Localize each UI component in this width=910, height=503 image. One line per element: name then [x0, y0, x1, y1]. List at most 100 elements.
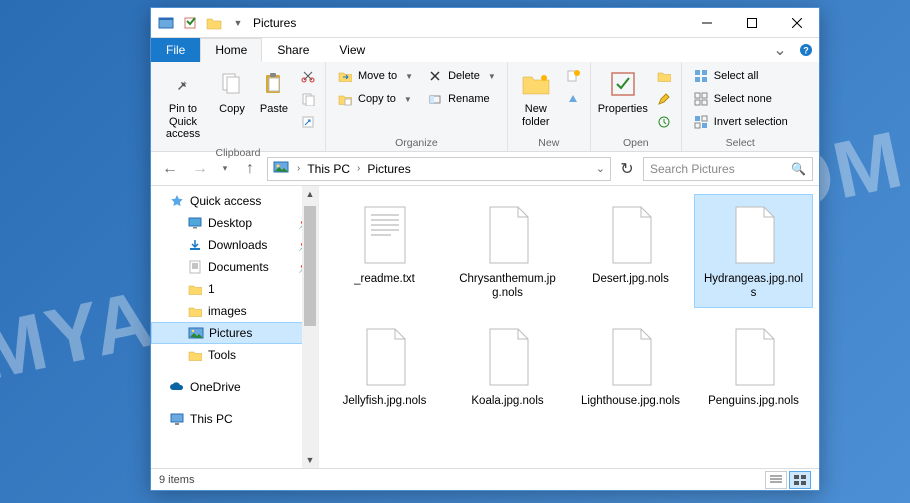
scrollbar-thumb[interactable] — [304, 206, 316, 326]
close-button[interactable] — [774, 8, 819, 38]
history-button[interactable] — [653, 111, 675, 133]
back-button[interactable]: ← — [157, 156, 183, 182]
pin-icon — [167, 68, 199, 100]
easy-access-button[interactable] — [562, 88, 584, 110]
navigation-pane: Quick access Desktop📌Downloads📌Documents… — [151, 186, 319, 468]
maximize-button[interactable] — [729, 8, 774, 38]
file-item[interactable]: _readme.txt — [325, 194, 444, 308]
tab-file[interactable]: File — [151, 38, 200, 62]
recent-locations-button[interactable]: ▾ — [217, 156, 233, 182]
ribbon-group-open: Properties Open — [591, 62, 682, 151]
paste-button[interactable]: Paste — [255, 65, 293, 119]
file-name: Chrysanthemum.jpg.nols — [458, 273, 558, 301]
tab-view[interactable]: View — [324, 38, 380, 62]
select-none-icon — [693, 91, 709, 107]
file-name: Jellyfish.jpg.nols — [343, 395, 427, 409]
forward-button[interactable]: → — [187, 156, 213, 182]
sidebar-quick-access[interactable]: Quick access — [151, 190, 318, 212]
folder-type-icon — [155, 12, 177, 34]
properties-icon — [607, 68, 639, 100]
search-placeholder: Search Pictures — [650, 162, 735, 176]
breadcrumb-segment[interactable]: This PC — [303, 162, 354, 176]
sidebar-scrollbar[interactable]: ▲ ▼ — [302, 186, 318, 468]
sidebar-item-documents[interactable]: Documents📌 — [151, 256, 318, 278]
file-item[interactable]: Hydrangeas.jpg.nols — [694, 194, 813, 308]
tab-share[interactable]: Share — [262, 38, 324, 62]
refresh-button[interactable]: ↻ — [615, 157, 639, 181]
rename-icon — [427, 91, 443, 107]
sidebar-item-pictures[interactable]: Pictures — [151, 322, 318, 344]
new-folder-icon — [520, 68, 552, 100]
file-icon — [599, 201, 663, 269]
search-input[interactable]: Search Pictures 🔍 — [643, 157, 813, 181]
content-area: Quick access Desktop📌Downloads📌Documents… — [151, 186, 819, 468]
file-item[interactable]: Desert.jpg.nols — [571, 194, 690, 308]
file-name: Koala.jpg.nols — [471, 395, 543, 409]
breadcrumb-dropdown[interactable]: ⌄ — [593, 162, 608, 175]
new-folder-button[interactable]: New folder — [514, 65, 558, 131]
file-item[interactable]: Lighthouse.jpg.nols — [571, 316, 690, 416]
ribbon-group-label: New — [508, 137, 590, 151]
invert-selection-button[interactable]: Invert selection — [688, 111, 793, 133]
new-item-button[interactable] — [562, 65, 584, 87]
delete-icon — [427, 68, 443, 84]
ribbon: Pin to Quick access Copy Paste Clipboard — [151, 62, 819, 152]
scroll-down-arrow[interactable]: ▼ — [302, 452, 318, 468]
tab-home[interactable]: Home — [200, 38, 262, 62]
rename-button[interactable]: Rename — [422, 88, 501, 110]
delete-button[interactable]: Delete▼ — [422, 65, 501, 87]
file-item[interactable]: Koala.jpg.nols — [448, 316, 567, 416]
sidebar-this-pc[interactable]: This PC — [151, 408, 318, 430]
file-item[interactable]: Penguins.jpg.nols — [694, 316, 813, 416]
help-button[interactable]: ? — [793, 38, 819, 62]
file-item[interactable]: Chrysanthemum.jpg.nols — [448, 194, 567, 308]
up-button[interactable]: ↑ — [237, 156, 263, 182]
breadcrumb-segment[interactable]: Pictures — [363, 162, 414, 176]
paste-shortcut-button[interactable] — [297, 111, 319, 133]
file-name: Desert.jpg.nols — [592, 273, 669, 287]
chevron-icon[interactable]: › — [294, 163, 303, 174]
file-icon — [353, 201, 417, 269]
select-none-button[interactable]: Select none — [688, 88, 793, 110]
icons-view-button[interactable] — [789, 471, 811, 489]
sidebar-item-images[interactable]: images — [151, 300, 318, 322]
folder-icon — [187, 347, 203, 363]
file-item[interactable]: Jellyfish.jpg.nols — [325, 316, 444, 416]
copy-path-button[interactable] — [297, 88, 319, 110]
breadcrumb[interactable]: › This PC › Pictures ⌄ — [267, 157, 611, 181]
move-to-button[interactable]: Move to▼ — [332, 65, 418, 87]
edit-button[interactable] — [653, 88, 675, 110]
move-icon — [337, 68, 353, 84]
sidebar-item-desktop[interactable]: Desktop📌 — [151, 212, 318, 234]
scroll-up-arrow[interactable]: ▲ — [302, 186, 318, 202]
copy-to-button[interactable]: Copy to▼ — [332, 88, 418, 110]
copy-to-icon — [337, 91, 353, 107]
qat-properties-button[interactable] — [179, 12, 201, 34]
details-view-button[interactable] — [765, 471, 787, 489]
ribbon-collapse-button[interactable]: ⌄ — [767, 38, 793, 62]
quick-access-toolbar: ▼ — [151, 12, 253, 34]
folder-icon — [187, 303, 203, 319]
copy-button[interactable]: Copy — [213, 65, 251, 119]
select-all-icon — [693, 68, 709, 84]
paste-icon — [258, 68, 290, 100]
pictures-folder-icon — [273, 160, 291, 178]
properties-button[interactable]: Properties — [597, 65, 649, 119]
select-all-button[interactable]: Select all — [688, 65, 793, 87]
sidebar-item-label: Pictures — [209, 326, 252, 340]
file-view[interactable]: _readme.txt Chrysanthemum.jpg.nols Desert.… — [319, 186, 819, 468]
open-button[interactable] — [653, 65, 675, 87]
ribbon-group-select: Select all Select none Invert selection … — [682, 62, 799, 151]
star-icon — [169, 193, 185, 209]
sidebar-item-1[interactable]: 1 — [151, 278, 318, 300]
minimize-button[interactable] — [684, 8, 729, 38]
pin-to-quick-access-button[interactable]: Pin to Quick access — [157, 65, 209, 144]
qat-dropdown[interactable]: ▼ — [227, 12, 249, 34]
cut-button[interactable] — [297, 65, 319, 87]
sidebar-item-tools[interactable]: Tools — [151, 344, 318, 366]
sidebar-onedrive[interactable]: OneDrive — [151, 376, 318, 398]
qat-new-folder-button[interactable] — [203, 12, 225, 34]
chevron-icon[interactable]: › — [354, 163, 363, 174]
sidebar-item-downloads[interactable]: Downloads📌 — [151, 234, 318, 256]
file-name: _readme.txt — [354, 273, 415, 287]
